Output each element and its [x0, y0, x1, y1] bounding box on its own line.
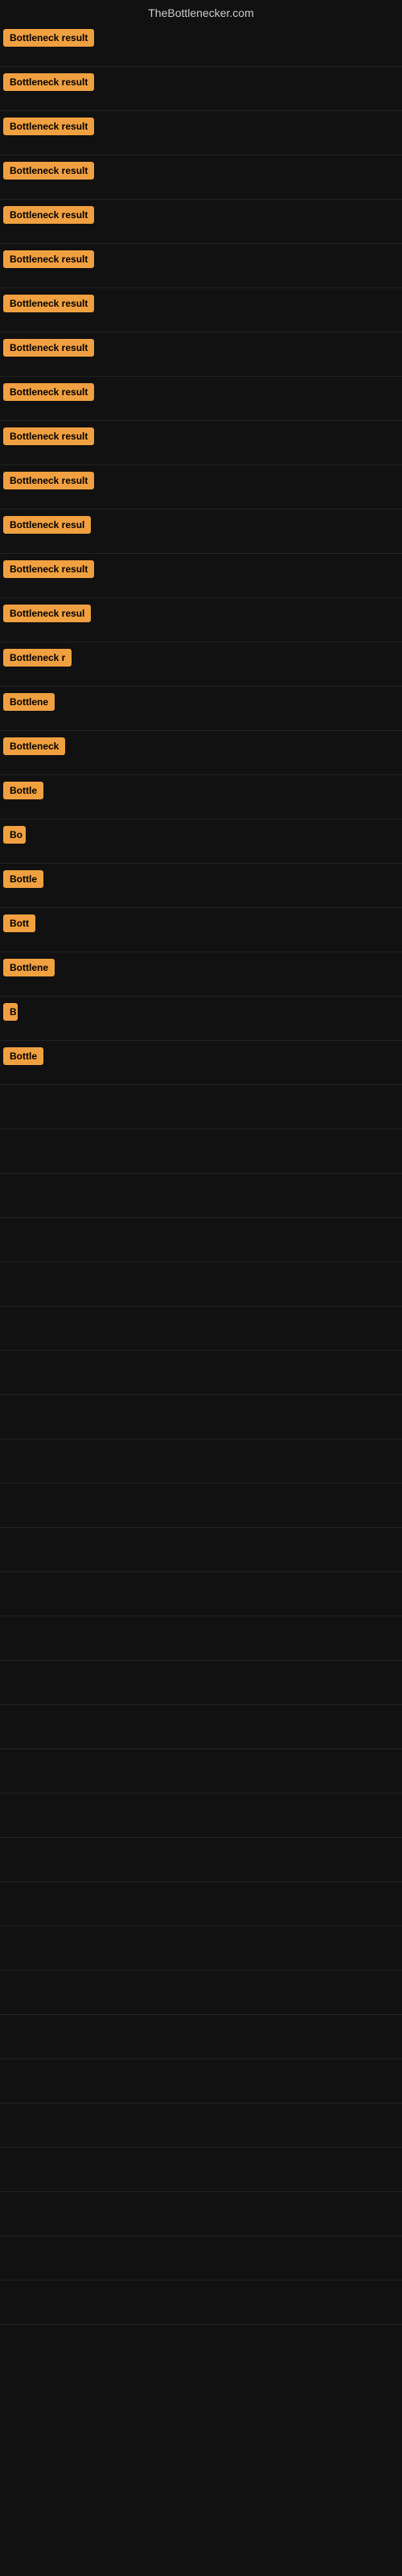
list-item: Bo	[0, 819, 402, 864]
empty-row	[0, 2148, 402, 2192]
empty-row	[0, 2192, 402, 2236]
bottleneck-badge[interactable]: Bottleneck r	[3, 649, 72, 667]
list-item: Bottle	[0, 775, 402, 819]
bottleneck-badge[interactable]: Bottleneck result	[3, 427, 94, 445]
empty-row	[0, 2103, 402, 2148]
bottleneck-badge[interactable]: Bottleneck result	[3, 118, 94, 135]
bottleneck-badge[interactable]: Bottleneck	[3, 737, 65, 755]
list-item: Bottleneck result	[0, 244, 402, 288]
list-item: Bottleneck result	[0, 155, 402, 200]
list-item: Bottle	[0, 1041, 402, 1085]
bottleneck-badge[interactable]: Bottlene	[3, 959, 55, 976]
bottleneck-badge[interactable]: Bottle	[3, 870, 43, 888]
list-item: Bottleneck	[0, 731, 402, 775]
list-item: Bottleneck result	[0, 421, 402, 465]
list-item: Bottleneck result	[0, 332, 402, 377]
empty-row	[0, 1439, 402, 1484]
empty-row	[0, 1572, 402, 1616]
bottleneck-badge[interactable]: Bottlene	[3, 693, 55, 711]
empty-row	[0, 1794, 402, 1838]
empty-row	[0, 1705, 402, 1749]
empty-row	[0, 1395, 402, 1439]
bottleneck-badge[interactable]: Bottleneck result	[3, 472, 94, 489]
list-item: Bottleneck result	[0, 288, 402, 332]
empty-row	[0, 2015, 402, 2059]
bottleneck-badge[interactable]: Bottleneck result	[3, 206, 94, 224]
bottleneck-badge[interactable]: Bottleneck resul	[3, 605, 91, 622]
empty-row	[0, 1129, 402, 1174]
empty-row	[0, 2059, 402, 2103]
list-item: Bottleneck result	[0, 554, 402, 598]
empty-row	[0, 1218, 402, 1262]
bottleneck-badge[interactable]: Bottleneck result	[3, 29, 94, 47]
list-item: Bottleneck result	[0, 111, 402, 155]
bottleneck-badge[interactable]: Bottleneck result	[3, 295, 94, 312]
list-item: B	[0, 997, 402, 1041]
rows-container: Bottleneck result Bottleneck result Bottle…	[0, 23, 402, 2325]
bottleneck-badge[interactable]: Bottle	[3, 782, 43, 799]
list-item: Bottleneck r	[0, 642, 402, 687]
bottleneck-badge[interactable]: Bottleneck result	[3, 560, 94, 578]
list-item: Bottlene	[0, 687, 402, 731]
bottleneck-badge[interactable]: Bottleneck result	[3, 339, 94, 357]
empty-row	[0, 1971, 402, 2015]
empty-row	[0, 1085, 402, 1129]
list-item: Bottleneck result	[0, 23, 402, 67]
empty-row	[0, 1307, 402, 1351]
bottleneck-badge[interactable]: Bottle	[3, 1047, 43, 1065]
bottleneck-badge[interactable]: B	[3, 1003, 18, 1021]
bottleneck-badge[interactable]: Bottleneck result	[3, 73, 94, 91]
empty-row	[0, 1262, 402, 1307]
empty-row	[0, 1616, 402, 1661]
bottleneck-badge[interactable]: Bottleneck result	[3, 383, 94, 401]
list-item: Bottlene	[0, 952, 402, 997]
list-item: Bottleneck resul	[0, 598, 402, 642]
list-item: Bottleneck resul	[0, 510, 402, 554]
bottleneck-badge[interactable]: Bottleneck result	[3, 162, 94, 180]
empty-row	[0, 2236, 402, 2281]
empty-row	[0, 1661, 402, 1705]
bottleneck-badge[interactable]: Bottleneck resul	[3, 516, 91, 534]
empty-row	[0, 2281, 402, 2325]
empty-row	[0, 1838, 402, 1882]
list-item: Bottle	[0, 864, 402, 908]
site-title: TheBottlenecker.com	[0, 0, 402, 23]
bottleneck-badge[interactable]: Bottleneck result	[3, 250, 94, 268]
page-wrapper: TheBottlenecker.com Bottleneck resultBot…	[0, 0, 402, 2325]
bottleneck-badge[interactable]: Bo	[3, 826, 26, 844]
empty-row	[0, 1749, 402, 1794]
list-item: Bottleneck result	[0, 200, 402, 244]
empty-row	[0, 1484, 402, 1528]
empty-row	[0, 1926, 402, 1971]
empty-row	[0, 1351, 402, 1395]
list-item: Bottleneck result	[0, 67, 402, 111]
bottleneck-badge[interactable]: Bott	[3, 914, 35, 932]
list-item: Bottleneck result	[0, 465, 402, 510]
empty-row	[0, 1882, 402, 1926]
list-item: Bott	[0, 908, 402, 952]
empty-row	[0, 1528, 402, 1572]
empty-row	[0, 1174, 402, 1218]
list-item: Bottleneck result	[0, 377, 402, 421]
